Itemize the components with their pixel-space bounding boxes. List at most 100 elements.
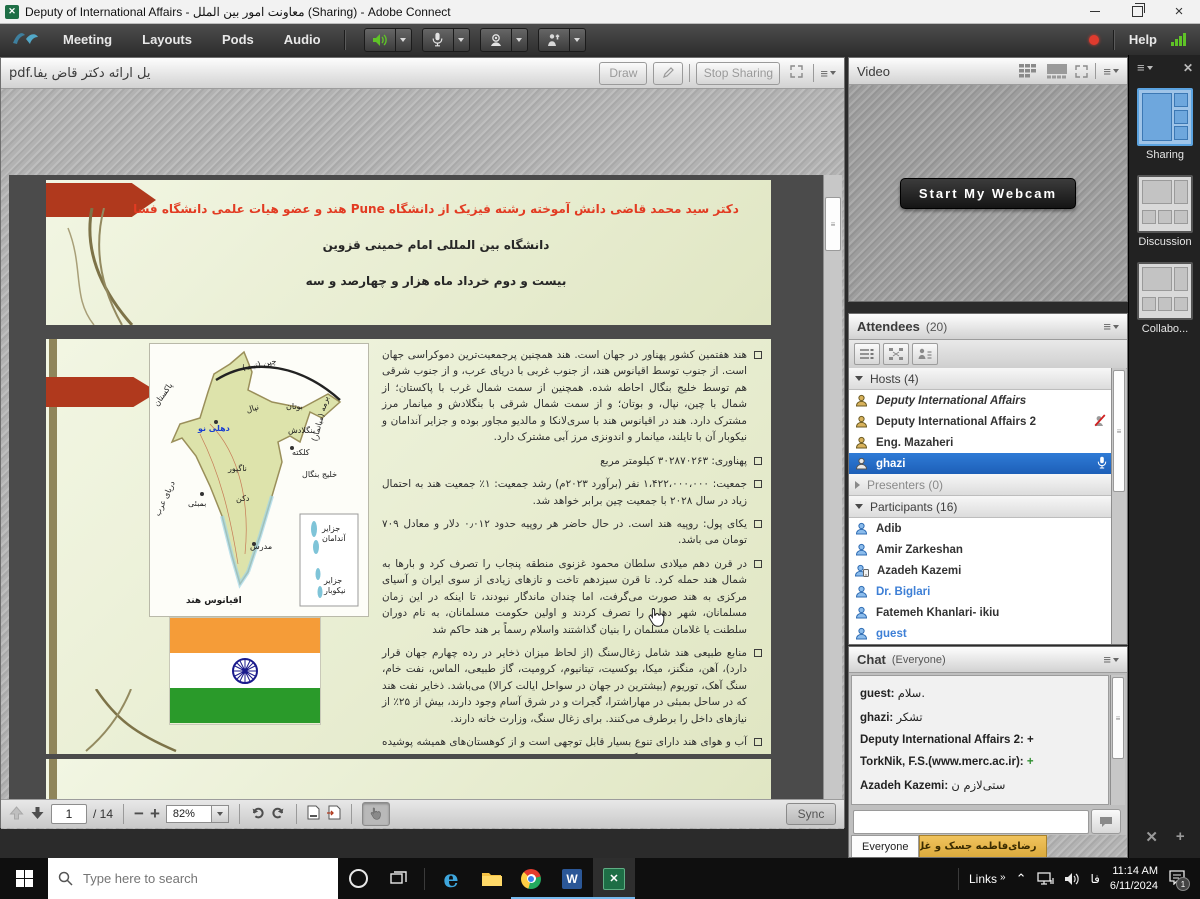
- menu-pods[interactable]: Pods: [207, 24, 269, 55]
- page-up-button[interactable]: [9, 806, 24, 823]
- menu-layouts[interactable]: Layouts: [127, 24, 207, 55]
- zoom-dropdown-icon[interactable]: [212, 805, 229, 823]
- hosts-section-header[interactable]: Hosts (4): [849, 368, 1113, 390]
- edge-taskbar-icon[interactable]: e: [431, 858, 471, 899]
- presenters-section-header[interactable]: Presenters (0): [849, 474, 1113, 496]
- attendee-row[interactable]: Amir Zarkeshan: [849, 539, 1113, 560]
- fit-page-button[interactable]: [307, 805, 320, 823]
- draw-button[interactable]: Draw: [599, 62, 647, 85]
- video-pod-title: Video: [857, 64, 890, 79]
- attendee-status-view-button[interactable]: [912, 343, 938, 365]
- links-toolbar[interactable]: Links»: [969, 872, 1006, 886]
- raise-hand-dropdown[interactable]: [569, 29, 585, 51]
- volume-icon[interactable]: [1064, 872, 1080, 886]
- layout-thumbnail-sharing[interactable]: [1137, 88, 1193, 146]
- chat-pod-menu-button[interactable]: ≡: [1103, 652, 1119, 667]
- page-down-button[interactable]: [30, 806, 45, 823]
- network-icon[interactable]: [1036, 872, 1054, 886]
- chat-tab-private[interactable]: رضای‌فاطمه جسک و غل ...: [919, 835, 1047, 857]
- zoom-out-button[interactable]: −: [134, 804, 144, 824]
- layout-thumbnail-collaboration[interactable]: [1137, 262, 1193, 320]
- participants-section-header[interactable]: Participants (16): [849, 496, 1113, 518]
- attendee-row-selected[interactable]: ghazi: [849, 453, 1113, 474]
- chrome-taskbar-icon[interactable]: [511, 858, 551, 899]
- layout-thumbnail-discussion[interactable]: [1137, 175, 1193, 233]
- attendees-scrollbar[interactable]: ≡: [1111, 368, 1126, 644]
- start-button[interactable]: [0, 858, 48, 899]
- pointer-tool-button[interactable]: [653, 62, 683, 85]
- chat-message: Azadeh Kazemi: ستی‌لازم ن: [860, 778, 1100, 792]
- breakout-view-button[interactable]: [883, 343, 909, 365]
- remove-layout-icon[interactable]: ✕: [1145, 828, 1158, 846]
- microphone-button[interactable]: [422, 28, 470, 52]
- menu-help[interactable]: Help: [1129, 32, 1157, 47]
- start-webcam-button[interactable]: Start My Webcam: [900, 178, 1076, 209]
- attendee-row[interactable]: Deputy International Affairs: [849, 390, 1113, 411]
- page-number-input[interactable]: 1: [51, 804, 87, 824]
- attendee-row[interactable]: Azadeh Kazemi: [849, 560, 1113, 581]
- attendees-scrollbar-thumb[interactable]: ≡: [1113, 370, 1125, 492]
- sync-button[interactable]: Sync: [786, 803, 836, 825]
- webcam-button[interactable]: [480, 28, 528, 52]
- hidden-icons-chevron[interactable]: ⌃: [1016, 871, 1027, 887]
- video-fullscreen-icon[interactable]: [1075, 65, 1088, 78]
- share-pod-menu-button[interactable]: ≡: [820, 66, 836, 81]
- attendee-row[interactable]: Dr. Biglari: [849, 581, 1113, 602]
- language-indicator[interactable]: فا: [1090, 872, 1099, 886]
- menu-audio[interactable]: Audio: [269, 24, 336, 55]
- fullscreen-button[interactable]: [786, 65, 807, 81]
- attendee-row[interactable]: Eng. Mazaheri: [849, 432, 1113, 453]
- send-chat-button[interactable]: [1091, 809, 1121, 834]
- task-view-button[interactable]: [378, 858, 418, 899]
- attendees-pod-menu-button[interactable]: ≡: [1103, 319, 1119, 334]
- webcam-dropdown[interactable]: [511, 29, 527, 51]
- minimize-button[interactable]: [1074, 0, 1116, 23]
- menu-bar: Meeting Layouts Pods Audio: [0, 24, 1200, 55]
- chat-input[interactable]: [853, 810, 1089, 834]
- add-layout-icon[interactable]: +: [1176, 828, 1185, 846]
- chat-scrollbar-thumb[interactable]: ≡: [1112, 677, 1124, 759]
- filmstrip-view-icon[interactable]: [1046, 64, 1068, 79]
- undo-button[interactable]: [250, 806, 265, 823]
- video-pod-menu-button[interactable]: ≡: [1103, 64, 1119, 79]
- attendee-row[interactable]: Deputy International Affairs 2: [849, 411, 1113, 432]
- speaker-button[interactable]: [364, 28, 412, 52]
- pdf-scrollbar[interactable]: ≡: [823, 175, 842, 803]
- menu-meeting[interactable]: Meeting: [48, 24, 127, 55]
- pdf-scrollbar-thumb[interactable]: ≡: [825, 197, 841, 251]
- close-button[interactable]: ×: [1158, 0, 1200, 23]
- layout-bar-menu-button[interactable]: ≡: [1137, 60, 1153, 75]
- layout-label-collaboration: Collabo...: [1142, 323, 1188, 335]
- slide2-bullet: پهناوری: ۳۰۲۸۷۰۲۶۳ کیلومتر مربع: [600, 453, 747, 469]
- taskbar-search[interactable]: [48, 858, 338, 899]
- zoom-in-button[interactable]: +: [150, 804, 160, 824]
- chat-tab-everyone[interactable]: Everyone: [851, 835, 919, 857]
- chat-message-area[interactable]: guest: سلام. ghazi: تشکر Deputy Internat…: [851, 675, 1109, 805]
- attendee-row[interactable]: Adib: [849, 518, 1113, 539]
- adobe-connect-taskbar-icon[interactable]: ✕: [593, 858, 635, 899]
- layout-bar-close-icon[interactable]: ✕: [1183, 61, 1193, 75]
- word-taskbar-icon[interactable]: W: [551, 858, 593, 899]
- webcam-blocked-icon: [1092, 414, 1107, 430]
- grid-view-icon[interactable]: [1019, 64, 1039, 78]
- redo-button[interactable]: [271, 806, 286, 823]
- restore-button[interactable]: [1116, 0, 1158, 23]
- pdf-viewport[interactable]: دکتر سید محمد قاضی دانش آموخته رشته فیزی…: [9, 175, 842, 803]
- cortana-button[interactable]: [338, 858, 378, 899]
- stop-sharing-button[interactable]: Stop Sharing: [696, 62, 780, 85]
- microphone-dropdown[interactable]: [453, 29, 469, 51]
- attendee-row[interactable]: Fatemeh Khanlari- ikiu: [849, 602, 1113, 623]
- notification-center-button[interactable]: 1: [1168, 869, 1186, 888]
- video-pod: Video ≡ Start My Webcam: [848, 57, 1128, 302]
- speaker-dropdown[interactable]: [395, 29, 411, 51]
- chat-scrollbar[interactable]: ≡: [1110, 675, 1125, 805]
- zoom-level-select[interactable]: 82%: [166, 805, 229, 823]
- hand-tool-button[interactable]: [362, 802, 390, 826]
- taskbar-clock[interactable]: 11:14 AM 6/11/2024: [1110, 864, 1158, 894]
- attendee-list-view-button[interactable]: [854, 343, 880, 365]
- attendee-row[interactable]: guest: [849, 623, 1113, 644]
- fit-width-button[interactable]: [326, 805, 341, 823]
- search-input[interactable]: [81, 870, 305, 887]
- file-explorer-taskbar-icon[interactable]: [471, 858, 511, 899]
- raise-hand-button[interactable]: [538, 28, 586, 52]
